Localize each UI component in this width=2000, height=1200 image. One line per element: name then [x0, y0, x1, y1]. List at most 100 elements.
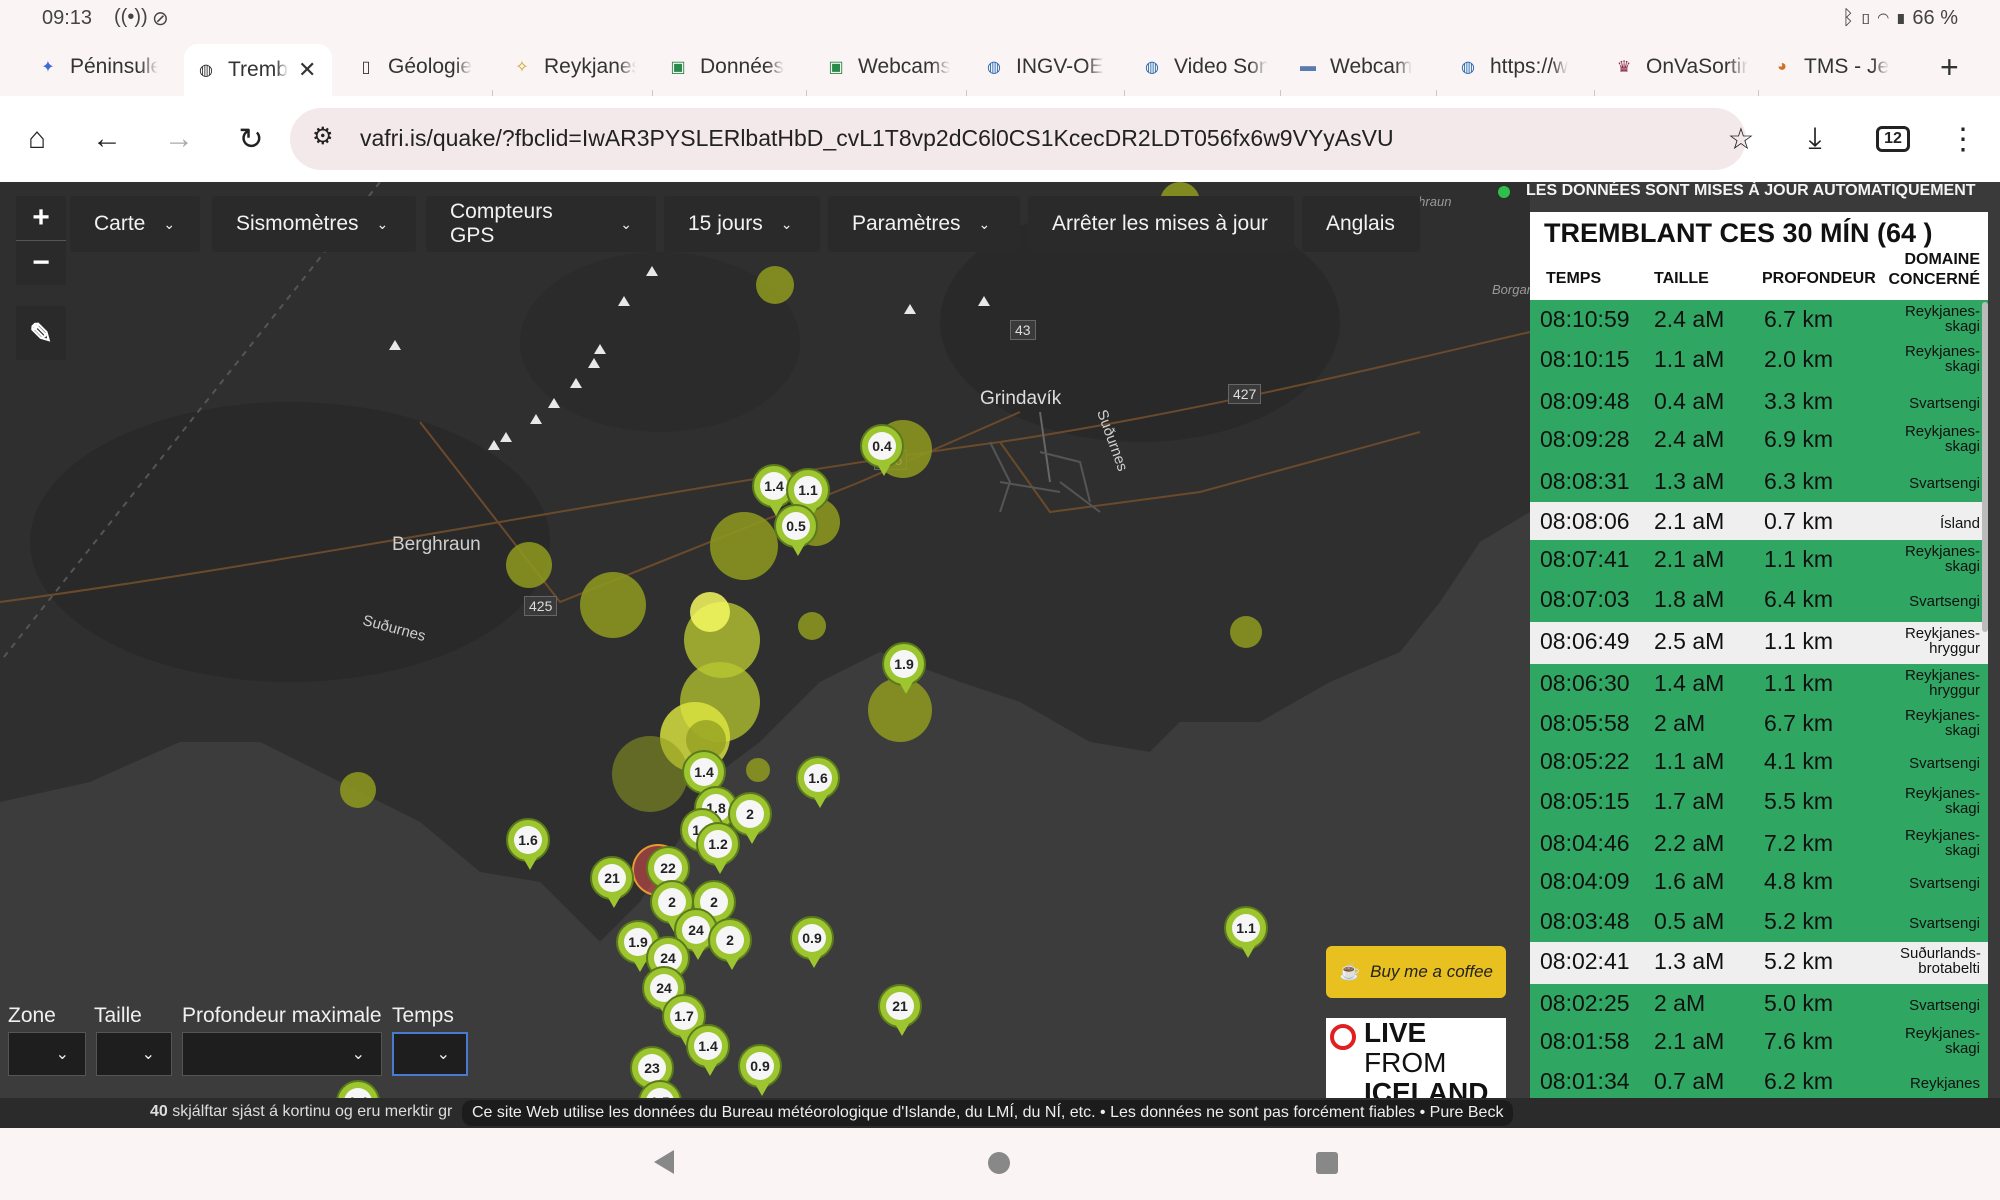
quake-row[interactable]: 08:01:58 2.1 aM 7.6 km Reykjanes- skagi — [1530, 1022, 1988, 1064]
quake-row[interactable]: 08:04:09 1.6 aM 4.8 km Svartsengi — [1530, 862, 1988, 904]
menu-carte[interactable]: Carte ⌄ — [70, 196, 200, 252]
tab-geologie[interactable]: ▯ Géologie — [356, 44, 476, 90]
quake-pin[interactable]: 2 — [708, 918, 752, 970]
quake-row[interactable]: 08:03:48 0.5 aM 5.2 km Svartsengi — [1530, 902, 1988, 944]
tab-switcher-button[interactable]: 12 — [1868, 114, 1918, 164]
stop-updates-button[interactable]: Arrêter les mises à jour — [1028, 196, 1294, 252]
tab-reykjanes[interactable]: ✧ Reykjanes — [512, 44, 636, 90]
tab-tremblant[interactable]: ◍Tremblant✕ — [184, 44, 332, 96]
page-icon: ▯ — [361, 59, 371, 76]
tab-onvasortir[interactable]: ♛ OnVaSortir — [1614, 44, 1748, 90]
quake-pin[interactable]: 1.4 — [686, 1024, 730, 1076]
quake-row[interactable]: 08:06:49 2.5 aM 1.1 km Reykjanes- hryggur — [1530, 622, 1988, 666]
menu-parametres[interactable]: Paramètres ⌄ — [828, 196, 1020, 252]
chevron-down-icon: ⌄ — [780, 215, 793, 232]
quake-pin[interactable]: 0.4 — [860, 424, 904, 476]
tab-webcams[interactable]: ▣ Webcams — [826, 44, 950, 90]
tab-ingv[interactable]: ◍ INGV-OE — [984, 44, 1114, 90]
site-settings-icon[interactable]: ⚙ — [312, 122, 334, 151]
overflow-menu-icon[interactable]: ⋮ — [1938, 114, 1988, 164]
quake-row[interactable]: 08:02:41 1.3 aM 5.2 km Suðurlands- brotabel… — [1530, 942, 1988, 986]
back-icon[interactable]: ← — [82, 114, 132, 164]
quake-row[interactable]: 08:04:46 2.2 aM 7.2 km Reykjanes- skagi — [1530, 824, 1988, 864]
new-tab-button[interactable]: + — [1940, 44, 1980, 90]
quake-row[interactable]: 08:09:48 0.4 aM 3.3 km Svartsengi — [1530, 382, 1988, 422]
nav-recents-icon[interactable] — [1316, 1152, 1338, 1174]
quake-circle — [746, 758, 770, 782]
column-header-depth[interactable]: PROFONDEUR — [1762, 270, 1876, 288]
zone-select[interactable]: ⌄ — [8, 1032, 86, 1076]
nav-home-icon[interactable] — [988, 1152, 1010, 1174]
quake-domain: Reykjanes- skagi — [1904, 543, 1980, 575]
status-bar: 09:13 ((•)) ⊘ ᛒ ▯ ◠ ▮ 66 % — [0, 0, 2000, 38]
quake-row[interactable]: 08:10:59 2.4 aM 6.7 km Reykjanes- skagi — [1530, 300, 1988, 342]
filter-label-time: Temps — [392, 1004, 454, 1027]
quake-pin[interactable]: 0.9 — [790, 916, 834, 968]
quake-size: 2.4 aM — [1654, 306, 1725, 332]
buy-coffee-button[interactable]: ☕ Buy me a coffee — [1326, 946, 1506, 998]
quake-row[interactable]: 08:02:25 2 aM 5.0 km Svartsengi — [1530, 984, 1988, 1024]
depth-select[interactable]: ⌄ — [182, 1032, 382, 1076]
quake-pin[interactable]: 21 — [878, 984, 922, 1036]
quake-domain: Reykjanes- skagi — [1904, 707, 1980, 739]
quake-pin[interactable]: 0.5 — [774, 504, 818, 556]
quake-domain: Svartsengi — [1909, 875, 1980, 892]
home-icon[interactable]: ⌂ — [12, 114, 62, 164]
tab-https[interactable]: ◍ https://w — [1458, 44, 1578, 90]
quake-pin[interactable]: 1.6 — [506, 818, 550, 870]
quake-pin[interactable]: 0.9 — [738, 1044, 782, 1096]
quake-pin[interactable]: 1.6 — [796, 756, 840, 808]
nav-back-icon[interactable] — [654, 1150, 674, 1174]
tab-webcam[interactable]: ▬ Webcam — [1298, 44, 1424, 90]
column-header-time[interactable]: TEMPS — [1546, 270, 1601, 288]
forward-icon[interactable]: → — [154, 114, 204, 164]
tab-tms[interactable]: ◕ TMS - Je — [1772, 44, 1892, 90]
quake-domain: Suðurlands- brotabelti — [1900, 945, 1981, 977]
quake-domain: Ísland — [1939, 515, 1980, 532]
measure-tool-icon[interactable]: ✎ — [16, 306, 66, 360]
time-select[interactable]: ⌄ — [392, 1032, 468, 1076]
menu-15-jours[interactable]: 15 jours ⌄ — [664, 196, 820, 252]
quake-pin[interactable]: 1.2 — [696, 822, 740, 874]
tab-donnees[interactable]: ▣ Données — [668, 44, 784, 90]
quake-row[interactable]: 08:05:15 1.7 aM 5.5 km Reykjanes- skagi — [1530, 782, 1988, 826]
quake-time: 08:06:49 — [1540, 628, 1630, 654]
tab-peninsule[interactable]: ✦ Péninsule — [38, 44, 158, 90]
zoom-in-button[interactable]: + — [16, 196, 66, 240]
quake-row[interactable]: 08:08:06 2.1 aM 0.7 km Ísland — [1530, 502, 1988, 542]
quake-domain: Reykjanes- skagi — [1904, 303, 1980, 335]
quake-row[interactable]: 08:01:34 0.7 aM 6.2 km Reykjanes — [1530, 1062, 1988, 1098]
language-english-button[interactable]: Anglais — [1302, 196, 1420, 252]
quake-row[interactable]: 08:08:31 1.3 aM 6.3 km Svartsengi — [1530, 462, 1988, 504]
quake-row[interactable]: 08:09:28 2.4 aM 6.9 km Reykjanes- skagi — [1530, 420, 1988, 464]
download-icon[interactable]: ⤓ — [1790, 114, 1840, 164]
live-from-iceland-logo[interactable]: LIVE FROM ICELAND — [1326, 1018, 1506, 1108]
address-bar[interactable]: ⚙ vafri.is/quake/?fbclid=IwAR3PYSLERlbat… — [290, 108, 1746, 170]
column-header-domain[interactable]: DOMAINE CONCERNÉ — [1880, 250, 1980, 290]
menu-compteurs-gps[interactable]: Compteurs GPS ⌄ — [426, 196, 656, 252]
quake-row[interactable]: 08:07:03 1.8 aM 6.4 km Svartsengi — [1530, 580, 1988, 624]
map-label-grindavik: Grindavík — [980, 388, 1062, 409]
quake-row[interactable]: 08:06:30 1.4 aM 1.1 km Reykjanes- hryggur — [1530, 664, 1988, 706]
quake-row[interactable]: 08:10:15 1.1 aM 2.0 km Reykjanes- skagi — [1530, 340, 1988, 384]
tab-video[interactable]: ◍Video Sonnen — [1142, 44, 1268, 90]
close-tab-icon[interactable]: ✕ — [298, 57, 316, 83]
quake-row[interactable]: 08:05:22 1.1 aM 4.1 km Svartsengi — [1530, 742, 1988, 784]
panel-scrollbar[interactable] — [1982, 302, 1988, 632]
quake-domain: Reykjanes- skagi — [1904, 785, 1980, 817]
quake-pin[interactable]: 21 — [590, 856, 634, 908]
quake-time: 08:05:58 — [1540, 710, 1630, 736]
size-select[interactable]: ⌄ — [96, 1032, 172, 1076]
quake-size: 0.5 aM — [1654, 908, 1725, 934]
quake-domain: Reykjanes- hryggur — [1904, 625, 1980, 657]
reload-icon[interactable]: ↻ — [226, 114, 276, 164]
quake-row[interactable]: 08:05:58 2 aM 6.7 km Reykjanes- skagi — [1530, 704, 1988, 744]
column-header-size[interactable]: TAILLE — [1654, 270, 1709, 288]
zoom-out-button[interactable]: − — [16, 240, 66, 285]
quake-pin[interactable]: 1.9 — [882, 642, 926, 694]
quake-pin[interactable]: 1.1 — [1224, 906, 1268, 958]
menu-sismometres[interactable]: Sismomètres ⌄ — [212, 196, 416, 252]
bookmark-star-icon[interactable]: ☆ — [1716, 114, 1766, 164]
quake-row[interactable]: 08:07:41 2.1 aM 1.1 km Reykjanes- skagi — [1530, 540, 1988, 582]
url-text[interactable]: vafri.is/quake/?fbclid=IwAR3PYSLERlbatHb… — [360, 125, 1394, 152]
